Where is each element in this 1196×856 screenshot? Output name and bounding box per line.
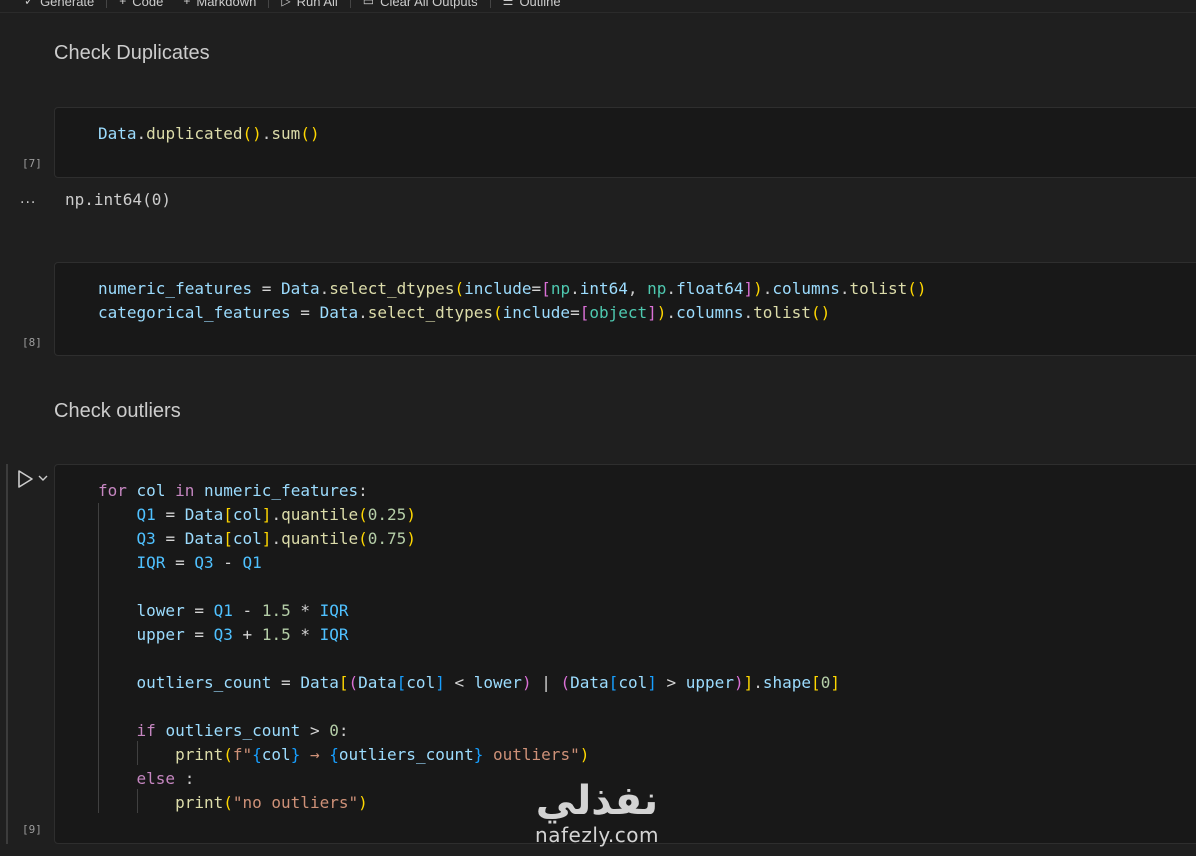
plus-icon: + [119,0,127,8]
plus-icon: + [183,0,191,8]
sparkle-icon: ✓ [24,0,35,8]
code-line: Data.duplicated().sum() [98,124,320,143]
generate-button[interactable]: ✓ Generate [14,0,104,9]
execution-count: [7] [22,157,42,170]
markdown-heading-outliers: Check outliers [54,400,181,422]
code-line: else : [136,769,195,788]
code-line: if outliers_count > 0: [136,721,349,740]
clear-outputs-icon: ▭ [362,0,375,8]
clear-outputs-label: Clear All Outputs [380,0,478,9]
code-line: lower = Q1 - 1.5 * IQR [136,601,349,620]
execution-count: [9] [22,823,42,836]
code-editor[interactable]: Data.duplicated().sum() [98,122,320,146]
outline-button[interactable]: ☰ Outline [493,0,571,9]
run-all-button[interactable]: ▷ Run All [271,0,347,9]
watermark-arabic: نفذلي [535,778,659,824]
code-line: for col in numeric_features: [98,481,368,500]
generate-label: Generate [40,0,95,9]
add-code-button[interactable]: + Code [109,0,173,9]
execution-count: [8] [22,336,42,349]
run-cell-icon[interactable] [14,468,36,490]
code-editor[interactable]: numeric_features = Data.select_dtypes(in… [98,277,927,325]
code-editor[interactable]: for col in numeric_features: Q1 = Data[c… [98,479,840,815]
code-line: outliers_count = Data[(Data[col] < lower… [136,673,840,692]
clear-outputs-button[interactable]: ▭ Clear All Outputs [353,0,488,9]
cell-focus-indicator [6,464,8,844]
toolbar-divider [106,0,108,8]
add-markdown-button[interactable]: + Markdown [173,0,266,9]
toolbar-divider [268,0,270,8]
code-line: numeric_features = Data.select_dtypes(in… [98,279,927,298]
code-line: IQR = Q3 - Q1 [136,553,262,572]
run-all-label: Run All [296,0,338,9]
outline-icon: ☰ [502,0,514,8]
markdown-heading-duplicates: Check Duplicates [54,42,210,64]
code-line: Q1 = Data[col].quantile(0.25) [136,505,416,524]
code-line: categorical_features = Data.select_dtype… [98,303,831,322]
chevron-down-icon[interactable] [37,472,49,484]
watermark-url: nafezly.com [535,823,659,847]
code-cell-8[interactable]: numeric_features = Data.select_dtypes(in… [54,262,1196,356]
output-menu-icon[interactable]: ... [20,191,36,207]
cell-output: np.int64(0) [65,190,171,209]
run-all-icon: ▷ [281,0,291,8]
toolbar-divider [349,0,351,8]
code-line: Q3 = Data[col].quantile(0.75) [136,529,416,548]
code-line: print(f"{col} → {outliers_count} outlier… [175,745,590,764]
code-line: upper = Q3 + 1.5 * IQR [136,625,349,644]
add-code-label: Code [132,0,164,9]
toolbar-divider [489,0,491,8]
code-line: print("no outliers") [175,793,368,812]
nafezly-watermark: نفذلي nafezly.com [522,778,672,856]
notebook-toolbar: ✓ Generate + Code + Markdown ▷ Run All ▭… [0,0,1196,13]
outline-label: Outline [519,0,561,9]
code-cell-7[interactable]: Data.duplicated().sum() [54,107,1196,178]
add-markdown-label: Markdown [196,0,257,9]
